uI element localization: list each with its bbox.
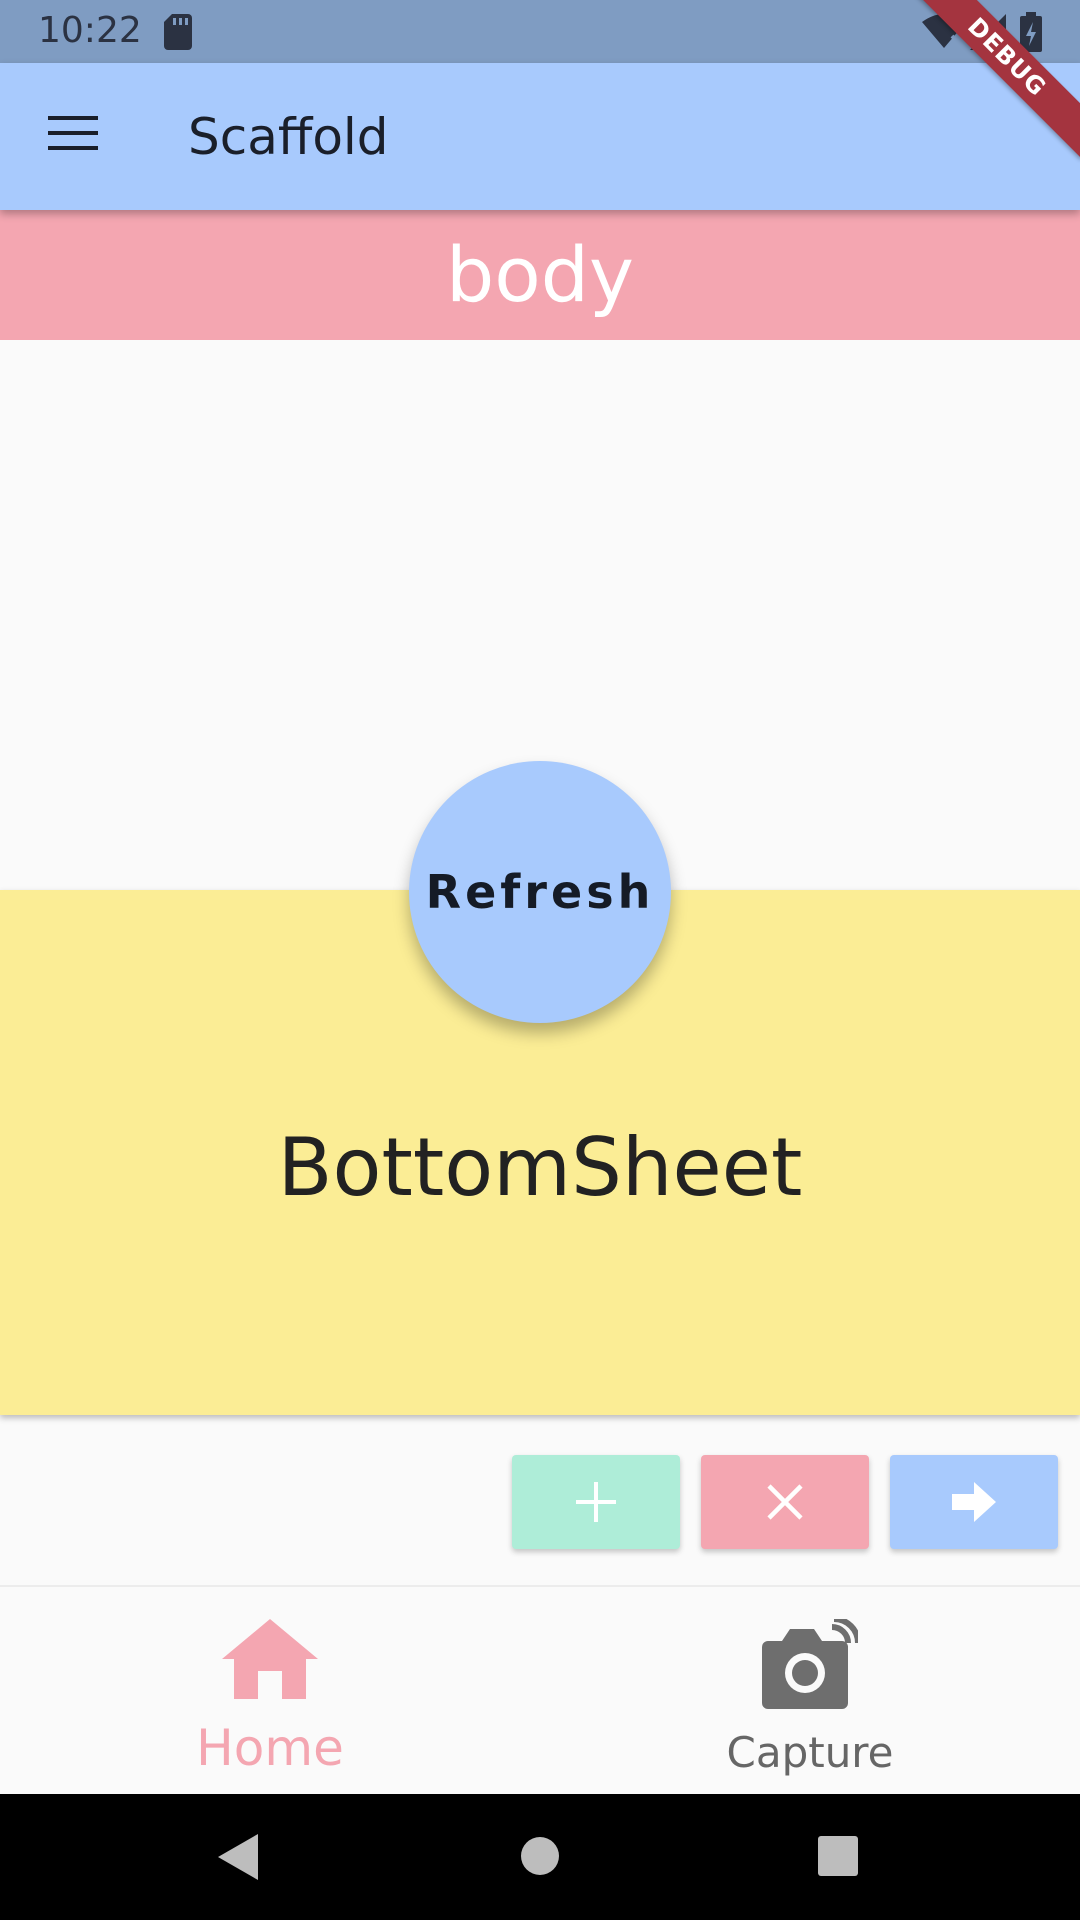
system-navigation-bar xyxy=(0,1794,1080,1920)
back-icon[interactable] xyxy=(218,1834,258,1880)
home-icon xyxy=(222,1619,318,1699)
body-banner: body xyxy=(0,210,1080,340)
app-title: Scaffold xyxy=(188,108,389,166)
forward-button[interactable] xyxy=(890,1455,1058,1549)
app-bar: Scaffold xyxy=(0,63,1080,210)
bottom-navigation: Home Capture xyxy=(0,1585,1080,1796)
menu-icon[interactable] xyxy=(48,116,98,150)
bottom-sheet-label: BottomSheet xyxy=(277,1121,803,1214)
status-bar: 10:22 xyxy=(0,0,1080,63)
sd-card-icon xyxy=(164,14,192,50)
nav-item-home[interactable]: Home xyxy=(0,1587,540,1796)
home-circle-icon[interactable] xyxy=(520,1836,560,1876)
refresh-button[interactable]: Refresh xyxy=(409,761,671,1023)
close-button[interactable] xyxy=(701,1455,869,1549)
close-icon xyxy=(767,1484,803,1520)
status-time: 10:22 xyxy=(38,10,142,51)
camera-icon xyxy=(762,1619,858,1709)
recents-icon[interactable] xyxy=(818,1836,858,1876)
arrow-forward-icon xyxy=(952,1482,996,1522)
nav-item-capture[interactable]: Capture xyxy=(540,1587,1080,1796)
nav-item-home-label: Home xyxy=(196,1719,344,1777)
add-button[interactable] xyxy=(512,1455,680,1549)
nav-item-capture-label: Capture xyxy=(726,1728,894,1777)
plus-icon xyxy=(576,1482,616,1522)
refresh-button-label: Refresh xyxy=(425,865,655,919)
